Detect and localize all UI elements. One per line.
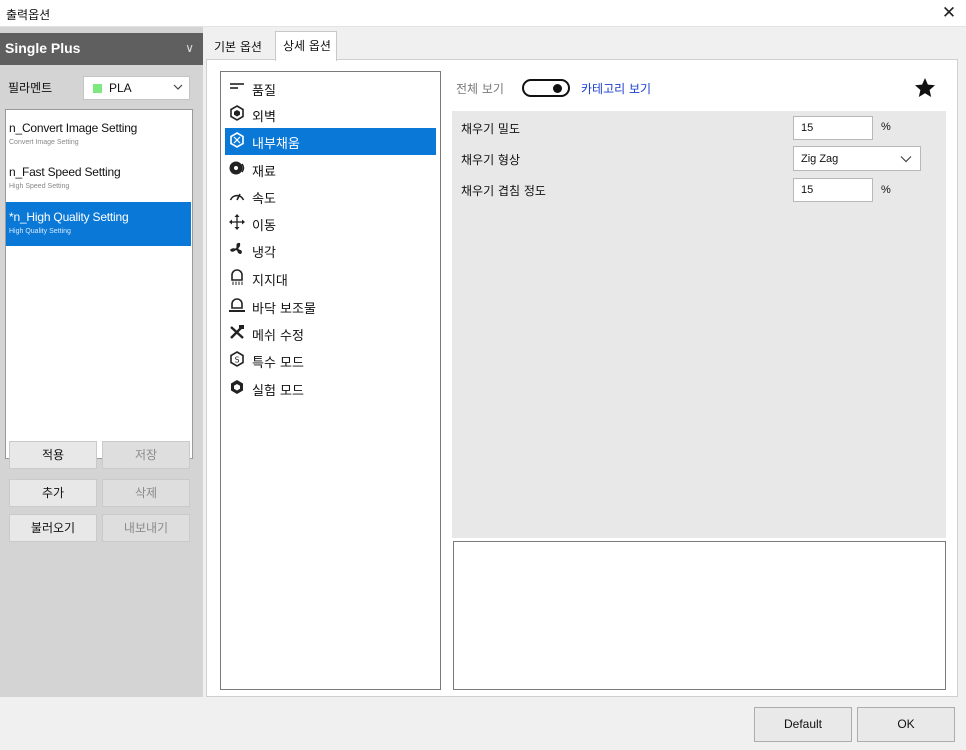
infill-hexagon-icon xyxy=(230,132,244,148)
category-cooling[interactable]: 냉각 xyxy=(225,237,436,264)
profile-subtitle: High Quality Setting xyxy=(9,228,71,235)
close-icon[interactable]: ✕ xyxy=(938,2,960,24)
infill-overlap-input[interactable]: 15 xyxy=(793,178,873,202)
category-view-label[interactable]: 카테고리 보기 xyxy=(581,80,651,97)
category-label: 냉각 xyxy=(252,246,276,261)
filament-select[interactable]: PLA xyxy=(83,76,190,100)
apply-button[interactable]: 적용 xyxy=(9,441,97,469)
special-mode-icon: S xyxy=(230,351,244,367)
favorite-star-icon[interactable] xyxy=(913,76,937,100)
move-arrows-icon xyxy=(229,214,245,230)
profile-item[interactable]: n_Fast Speed Setting High Speed Setting xyxy=(6,157,191,201)
infill-overlap-label: 채우기 겹침 정도 xyxy=(461,184,546,198)
bed-adhesion-icon xyxy=(229,298,245,312)
category-label: 실험 모드 xyxy=(252,384,304,399)
chevron-down-icon xyxy=(173,84,183,90)
infill-density-label: 채우기 밀도 xyxy=(461,122,521,136)
machine-selector[interactable]: Single Plus ∨ xyxy=(0,33,203,65)
settings-panel xyxy=(452,111,946,538)
profile-name: *n_High Quality Setting xyxy=(9,210,129,224)
infill-pattern-value: Zig Zag xyxy=(801,153,839,165)
support-icon xyxy=(231,269,243,285)
save-button[interactable]: 저장 xyxy=(102,441,190,469)
profile-name: n_Fast Speed Setting xyxy=(9,165,121,179)
category-quality[interactable]: 품질 xyxy=(225,75,436,102)
category-label: 바닥 보조물 xyxy=(252,302,316,317)
all-view-label[interactable]: 전체 보기 xyxy=(456,80,504,97)
tab-basic-options[interactable]: 기본 옵션 xyxy=(207,33,267,59)
profile-name: n_Convert Image Setting xyxy=(9,121,138,135)
infill-density-input[interactable]: 15 xyxy=(793,116,873,140)
category-wall[interactable]: 외벽 xyxy=(225,101,436,128)
category-label: 속도 xyxy=(252,192,276,207)
category-experimental[interactable]: 실험 모드 xyxy=(225,375,436,402)
category-label: 품질 xyxy=(252,84,276,99)
quality-lines-icon xyxy=(230,83,244,89)
tab-advanced-options[interactable]: 상세 옵션 xyxy=(275,31,337,61)
category-label: 재료 xyxy=(252,165,276,180)
category-material[interactable]: 재료 xyxy=(225,156,436,183)
category-label: 메쉬 수정 xyxy=(252,329,304,344)
category-mesh-fixes[interactable]: 메쉬 수정 xyxy=(225,320,436,347)
material-spool-icon xyxy=(229,161,245,175)
add-button[interactable]: 추가 xyxy=(9,479,97,507)
chevron-down-icon xyxy=(900,156,912,163)
infill-overlap-unit: % xyxy=(881,184,891,196)
filament-value: PLA xyxy=(109,81,132,95)
import-button[interactable]: 불러오기 xyxy=(9,514,97,542)
infill-pattern-select[interactable]: Zig Zag xyxy=(793,146,921,171)
category-label: 이동 xyxy=(252,219,276,234)
export-button[interactable]: 내보내기 xyxy=(102,514,190,542)
wall-hexagon-icon xyxy=(230,105,244,121)
mesh-tools-icon xyxy=(230,325,244,339)
machine-name: Single Plus xyxy=(5,40,81,56)
profile-item-selected[interactable]: *n_High Quality Setting High Quality Set… xyxy=(6,202,191,246)
svg-text:S: S xyxy=(234,356,239,365)
profile-subtitle: Convert Image Setting xyxy=(9,139,79,146)
infill-density-unit: % xyxy=(881,121,891,133)
setting-description-box xyxy=(453,541,946,690)
speed-gauge-icon xyxy=(229,193,245,201)
profile-item[interactable]: n_Convert Image Setting Convert Image Se… xyxy=(6,113,191,157)
category-label: 외벽 xyxy=(252,110,276,125)
category-infill[interactable]: 내부채움 xyxy=(225,128,436,155)
toggle-knob xyxy=(553,84,562,93)
category-label: 내부채움 xyxy=(252,137,300,152)
profile-subtitle: High Speed Setting xyxy=(9,183,70,190)
default-button[interactable]: Default xyxy=(754,707,852,742)
cooling-fan-icon xyxy=(230,242,242,254)
delete-button[interactable]: 삭제 xyxy=(102,479,190,507)
category-support[interactable]: 지지대 xyxy=(225,265,436,292)
chevron-down-icon: ∨ xyxy=(185,41,194,55)
category-label: 특수 모드 xyxy=(252,356,304,371)
window-title: 출력옵션 xyxy=(6,8,51,22)
title-bar: 출력옵션 ✕ xyxy=(0,0,966,27)
category-special-modes[interactable]: S 특수 모드 xyxy=(225,347,436,374)
ok-button[interactable]: OK xyxy=(857,707,955,742)
category-label: 지지대 xyxy=(252,274,288,289)
category-build-plate-adhesion[interactable]: 바닥 보조물 xyxy=(225,293,436,320)
filament-label: 필라멘트 xyxy=(8,81,53,95)
infill-pattern-label: 채우기 형상 xyxy=(461,153,521,167)
view-mode-toggle[interactable] xyxy=(522,79,570,97)
filament-color-swatch xyxy=(93,84,102,93)
category-speed[interactable]: 속도 xyxy=(225,183,436,210)
category-travel[interactable]: 이동 xyxy=(225,210,436,237)
experimental-mode-icon xyxy=(231,380,243,394)
